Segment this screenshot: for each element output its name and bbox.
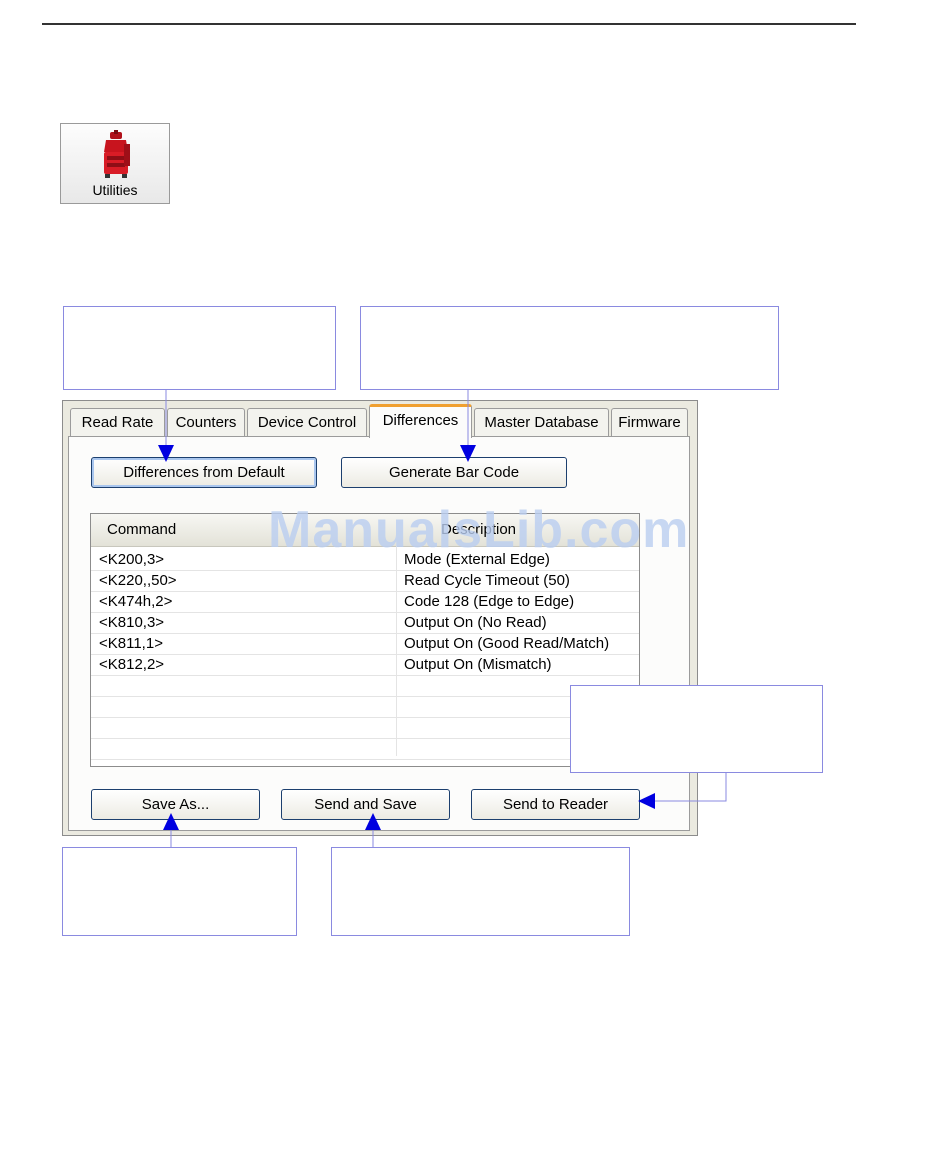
arrow-send-and-save-icon (365, 813, 381, 830)
arrow-send-to-reader-icon (638, 793, 655, 809)
arrow-save-as-icon (163, 813, 179, 830)
callout-arrows (158, 390, 727, 847)
leader-line-send-to-reader (655, 773, 727, 802)
arrow-generate-icon (460, 445, 476, 462)
arrow-differences-icon (158, 445, 174, 462)
